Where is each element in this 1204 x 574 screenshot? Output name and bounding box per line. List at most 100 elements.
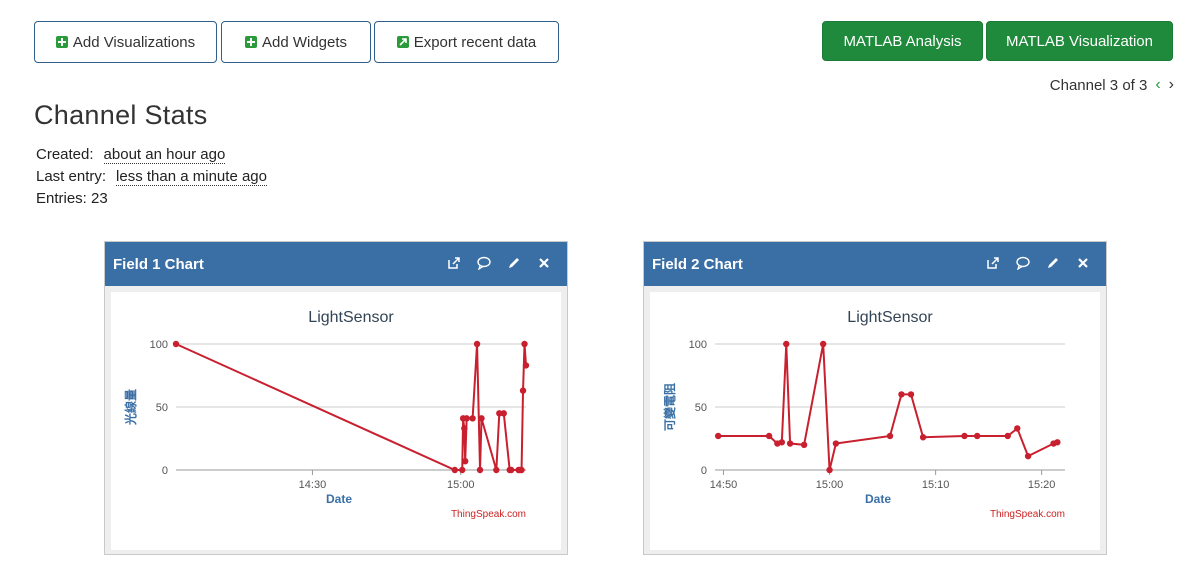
pencil-icon[interactable] (1044, 254, 1062, 272)
chart-svg: LightSensor 0 50 100 14:30 15:00 Date 光線量 ThingS… (123, 309, 530, 520)
data-point (786, 440, 794, 447)
channel-navigator: Channel 3 of 3 ‹ › (1050, 76, 1174, 94)
comment-icon[interactable] (475, 254, 493, 272)
data-point (451, 466, 459, 474)
data-point (961, 432, 968, 440)
y-tick-label: 0 (162, 465, 168, 477)
add-widgets-button[interactable]: Add Widgets (221, 21, 371, 63)
y-tick-label: 100 (150, 339, 168, 351)
data-point (1004, 432, 1011, 440)
data-point (886, 432, 894, 440)
x-tick-label: 14:30 (299, 479, 327, 491)
data-point (521, 340, 528, 348)
matlab-visualization-label: MATLAB Visualization (1005, 32, 1153, 50)
panel-header: Field 2 Chart (644, 242, 1106, 286)
plus-icon (55, 36, 68, 48)
x-tick-label: 15:20 (1028, 479, 1056, 491)
x-tick-label: 15:10 (922, 479, 950, 491)
x-tick-label: 15:00 (816, 479, 844, 491)
matlab-analysis-button[interactable]: MATLAB Analysis (822, 21, 983, 61)
data-point (800, 441, 808, 448)
chart-area: LightSensor 0 50 100 14:50 15:00 15:10 15:20 Dat… (650, 292, 1100, 550)
export-recent-data-button[interactable]: Export recent data (374, 21, 559, 63)
data-point (493, 466, 500, 474)
external-link-icon[interactable] (984, 254, 1002, 272)
data-point (819, 340, 827, 348)
last-entry-row: Last entry: less than a minute ago (36, 168, 267, 186)
chart-credit: ThingSpeak.com (451, 509, 526, 520)
y-tick-label: 50 (156, 402, 168, 414)
panel-title: Field 2 Chart (652, 255, 743, 273)
created-value: about an hour ago (103, 146, 226, 164)
y-tick-label: 0 (701, 465, 707, 477)
page-title: Channel Stats (34, 100, 208, 130)
data-point (522, 362, 530, 369)
data-point (898, 391, 905, 398)
data-point (476, 466, 484, 474)
data-point (714, 432, 722, 440)
chart-title: LightSensor (308, 309, 394, 326)
close-icon[interactable] (535, 254, 553, 272)
last-entry-value: less than a minute ago (116, 168, 267, 186)
data-point (518, 466, 525, 474)
matlab-analysis-label: MATLAB Analysis (843, 32, 962, 50)
data-point (973, 432, 981, 440)
x-axis-label: Date (865, 492, 891, 506)
entries-row: Entries: 23 (36, 190, 108, 207)
export-icon (396, 36, 409, 48)
created-label: Created: (36, 146, 94, 163)
matlab-visualization-button[interactable]: MATLAB Visualization (986, 21, 1173, 61)
data-point (519, 387, 527, 394)
data-point (469, 415, 476, 422)
data-point (473, 340, 481, 348)
data-point (907, 391, 915, 398)
external-link-icon[interactable] (445, 254, 463, 272)
data-point (461, 457, 469, 465)
chart-area: LightSensor 0 50 100 14:30 15:00 Date 光線量 ThingS… (111, 292, 561, 550)
panel-header: Field 1 Chart (105, 242, 567, 286)
add-visualizations-button[interactable]: Add Visualizations (34, 21, 217, 63)
data-point (478, 415, 485, 422)
data-point (1024, 452, 1032, 460)
x-tick-label: 14:50 (710, 479, 738, 491)
chart-credit: ThingSpeak.com (990, 509, 1065, 520)
data-point (461, 425, 468, 432)
data-point (459, 466, 466, 474)
panel-title: Field 1 Chart (113, 255, 204, 273)
entries-label: Entries: 23 (36, 190, 108, 207)
x-axis-label: Date (326, 492, 352, 506)
data-point (463, 415, 470, 422)
chart-title: LightSensor (847, 309, 933, 326)
comment-icon[interactable] (1014, 254, 1032, 272)
data-point (500, 410, 507, 417)
channel-count: Channel 3 of 3 (1049, 76, 1148, 94)
data-point (826, 466, 833, 474)
data-point (1054, 439, 1061, 446)
chart-svg: LightSensor 0 50 100 14:50 15:00 15:10 15:20 Dat… (662, 309, 1065, 520)
y-tick-label: 50 (695, 402, 707, 414)
close-icon[interactable] (1074, 254, 1092, 272)
data-point (919, 434, 927, 441)
data-point (172, 340, 180, 348)
pencil-icon[interactable] (505, 254, 523, 272)
y-tick-label: 100 (689, 339, 707, 351)
field1-chart-panel: Field 1 Chart LightSensor 0 50 100 14:30 15:0… (104, 241, 568, 555)
data-point (783, 340, 790, 348)
created-row: Created: about an hour ago (36, 146, 226, 164)
export-recent-data-label: Export recent data (413, 33, 537, 51)
y-axis-label: 光線量 (123, 389, 138, 426)
data-point (778, 439, 786, 446)
data-point (1014, 425, 1021, 432)
last-entry-label: Last entry: (36, 168, 107, 185)
data-point (832, 440, 840, 447)
data-point (765, 432, 773, 440)
field2-chart-panel: Field 2 Chart LightSensor 0 50 100 14:50 15:0… (643, 241, 1107, 555)
data-point (507, 466, 515, 474)
y-axis-label: 可變電阻 (662, 383, 677, 431)
plus-icon (244, 36, 257, 48)
add-widgets-label: Add Widgets (261, 33, 348, 51)
x-tick-label: 15:00 (447, 479, 475, 491)
chevron-left-icon[interactable]: ‹ (1155, 76, 1160, 94)
add-visualizations-label: Add Visualizations (72, 33, 196, 51)
chevron-right-icon[interactable]: › (1169, 76, 1174, 94)
